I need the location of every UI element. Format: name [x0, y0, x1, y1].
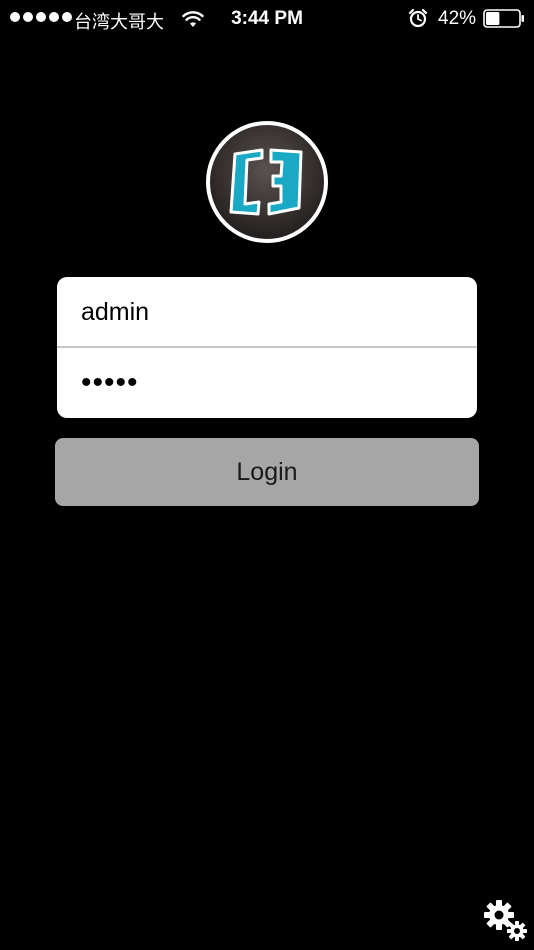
battery-percent: 42% [438, 8, 477, 29]
battery-icon [483, 9, 524, 28]
login-form [57, 277, 477, 418]
password-input[interactable] [57, 348, 477, 418]
app-logo [206, 121, 328, 243]
alarm-icon [408, 8, 428, 28]
gears-icon[interactable] [480, 895, 528, 943]
status-bar: 台湾大哥大 3:44 PM 42% [0, 0, 534, 38]
username-input[interactable] [57, 277, 477, 347]
login-button[interactable]: Login [55, 438, 479, 506]
